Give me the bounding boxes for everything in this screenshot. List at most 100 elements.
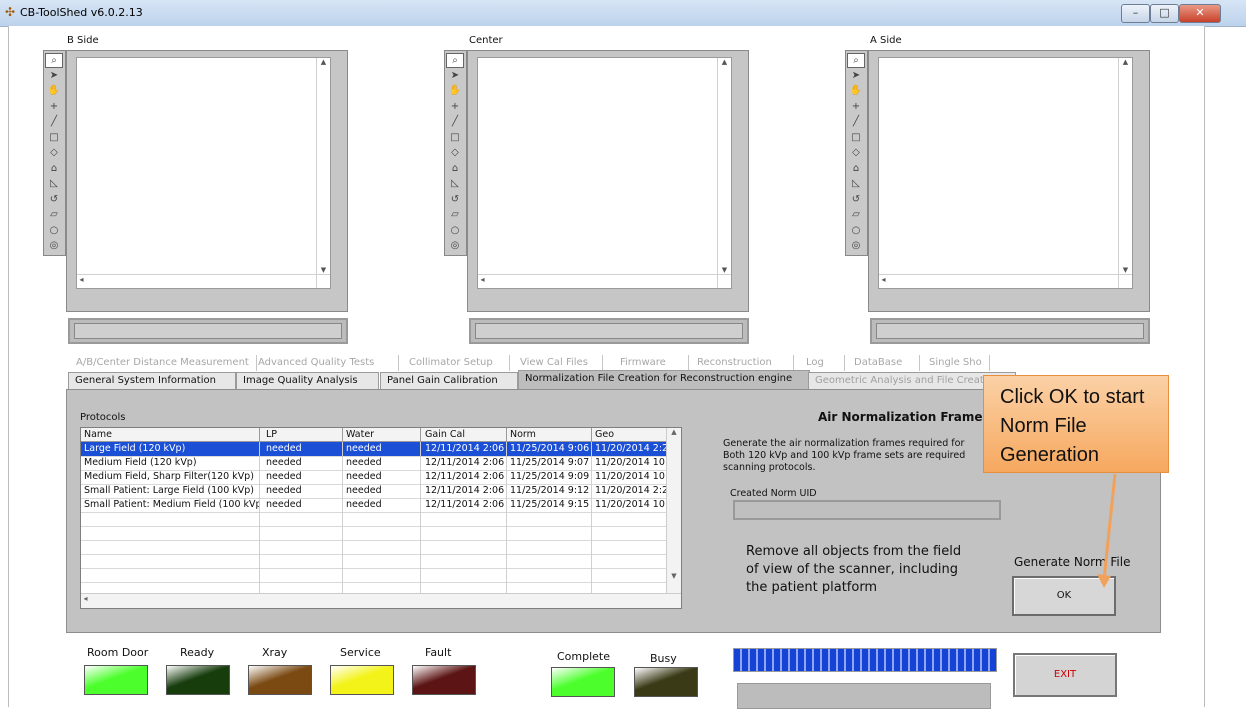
table-cell: 12/11/2014 2:06 P — [422, 456, 507, 470]
crosshair-icon[interactable]: + — [447, 100, 463, 113]
annulus-icon[interactable]: ◎ — [848, 239, 864, 252]
diamond-icon[interactable]: ◇ — [848, 146, 864, 159]
table-row[interactable]: Medium Field, Sharp Filter(120 kVp) neede… — [81, 470, 668, 485]
table-horizontal-scrollbar[interactable]: ◂ — [81, 593, 681, 608]
column-header-geo[interactable]: Geo — [592, 428, 677, 441]
table-row[interactable] — [81, 512, 668, 527]
created-norm-uid-label: Created Norm UID — [730, 488, 817, 499]
table-cell: needed — [263, 470, 343, 484]
maximize-button[interactable]: □ — [1150, 4, 1179, 23]
line-icon[interactable]: ╱ — [848, 115, 864, 128]
tab-normalization-file-creation[interactable]: Normalization File Creation for Reconstr… — [518, 370, 810, 390]
rotate-icon[interactable]: ↺ — [848, 193, 864, 206]
rectangle-icon[interactable]: □ — [447, 131, 463, 144]
crosshair-icon[interactable]: + — [46, 100, 62, 113]
table-row[interactable] — [81, 554, 668, 569]
tab-log[interactable]: Log — [800, 355, 845, 371]
rectangle-icon[interactable]: □ — [848, 131, 864, 144]
tab-panel-gain-calibration[interactable]: Panel Gain Calibration — [380, 372, 518, 390]
diamond-icon[interactable]: ◇ — [447, 146, 463, 159]
busy-indicator — [634, 667, 698, 697]
horizontal-scrollbar[interactable]: ◂ — [879, 274, 1132, 288]
oval-icon[interactable]: ○ — [447, 224, 463, 237]
table-cell — [507, 540, 592, 554]
polygon-icon[interactable]: ⌂ — [447, 162, 463, 175]
table-row[interactable] — [81, 568, 668, 583]
rotated-rect-icon[interactable]: ▱ — [848, 208, 864, 221]
line-icon[interactable]: ╱ — [447, 115, 463, 128]
column-header-name[interactable]: Name — [81, 428, 260, 441]
pan-icon[interactable]: ✋ — [46, 84, 62, 97]
column-header-water[interactable]: Water — [343, 428, 421, 441]
service-label: Service — [340, 646, 381, 659]
horizontal-scrollbar[interactable]: ◂ — [77, 274, 330, 288]
tab-firmware[interactable]: Firmware — [614, 355, 689, 371]
crosshair-icon[interactable]: + — [848, 100, 864, 113]
vertical-scrollbar[interactable]: ▲ ▼ — [1118, 58, 1132, 288]
table-row[interactable]: Large Field (120 kVp) needed needed 12/11/2… — [81, 442, 668, 457]
center-viewer: ▲ ▼ ◂ — [467, 50, 749, 312]
freehand-icon[interactable]: ◺ — [447, 177, 463, 190]
tab-collimator-setup[interactable]: Collimator Setup — [403, 355, 510, 371]
table-row[interactable] — [81, 540, 668, 555]
horizontal-scrollbar[interactable]: ◂ — [478, 274, 731, 288]
table-cell — [507, 554, 592, 568]
rotate-icon[interactable]: ↺ — [447, 193, 463, 206]
rotated-rect-icon[interactable]: ▱ — [46, 208, 62, 221]
b-side-image-pane[interactable]: ▲ ▼ ◂ — [76, 57, 331, 289]
pointer-icon[interactable]: ➤ — [447, 69, 463, 82]
a-side-toolbar: ⌕ ➤ ✋ + ╱ □ ◇ ⌂ ◺ ↺ ▱ ○ ◎ — [845, 50, 868, 256]
close-button[interactable]: ✕ — [1179, 4, 1221, 23]
center-image-pane[interactable]: ▲ ▼ ◂ — [477, 57, 732, 289]
column-header-norm[interactable]: Norm — [507, 428, 592, 441]
rotated-rect-icon[interactable]: ▱ — [447, 208, 463, 221]
pan-icon[interactable]: ✋ — [848, 84, 864, 97]
busy-label: Busy — [650, 652, 677, 665]
annulus-icon[interactable]: ◎ — [46, 239, 62, 252]
table-row[interactable]: Medium Field (120 kVp) needed needed 12/11/… — [81, 456, 668, 471]
vertical-scrollbar[interactable]: ▲ ▼ — [717, 58, 731, 288]
pointer-icon[interactable]: ➤ — [848, 69, 864, 82]
rectangle-icon[interactable]: □ — [46, 131, 62, 144]
rotate-icon[interactable]: ↺ — [46, 193, 62, 206]
b-side-viewer: ▲ ▼ ◂ — [66, 50, 348, 312]
minimize-button[interactable]: – — [1121, 4, 1150, 23]
table-cell: Medium Field (120 kVp) — [81, 456, 260, 470]
table-cell: 11/20/2014 10:35 — [592, 470, 668, 484]
diamond-icon[interactable]: ◇ — [46, 146, 62, 159]
tab-advanced-quality[interactable]: Advanced Quality Tests — [252, 355, 399, 371]
table-row[interactable]: Small Patient: Large Field (100 kVp) need… — [81, 484, 668, 499]
column-header-lp[interactable]: LP — [263, 428, 343, 441]
oval-icon[interactable]: ○ — [848, 224, 864, 237]
ready-indicator — [166, 665, 230, 695]
polygon-icon[interactable]: ⌂ — [848, 162, 864, 175]
polygon-icon[interactable]: ⌂ — [46, 162, 62, 175]
column-header-gain-cal[interactable]: Gain Cal — [422, 428, 507, 441]
pan-icon[interactable]: ✋ — [447, 84, 463, 97]
tab-image-quality-analysis[interactable]: Image Quality Analysis — [236, 372, 379, 390]
zoom-icon[interactable]: ⌕ — [446, 53, 464, 68]
table-cell: 11/25/2014 9:06 A — [507, 442, 592, 456]
oval-icon[interactable]: ○ — [46, 224, 62, 237]
table-row[interactable] — [81, 526, 668, 541]
freehand-icon[interactable]: ◺ — [46, 177, 62, 190]
tab-single-shot[interactable]: Single Sho — [923, 355, 990, 371]
zoom-icon[interactable]: ⌕ — [847, 53, 865, 68]
tab-database[interactable]: DataBase — [848, 355, 920, 371]
tab-general-system-info[interactable]: General System Information — [68, 372, 236, 390]
vertical-scrollbar[interactable]: ▲ ▼ — [316, 58, 330, 288]
line-icon[interactable]: ╱ — [46, 115, 62, 128]
tab-reconstruction[interactable]: Reconstruction — [691, 355, 794, 371]
exit-button[interactable]: EXIT — [1013, 653, 1117, 697]
zoom-icon[interactable]: ⌕ — [45, 53, 63, 68]
tab-view-cal-files[interactable]: View Cal Files — [514, 355, 603, 371]
annulus-icon[interactable]: ◎ — [447, 239, 463, 252]
table-row[interactable]: Small Patient: Medium Field (100 kVp) nee… — [81, 498, 668, 513]
a-side-image-pane[interactable]: ▲ ▼ ◂ — [878, 57, 1133, 289]
table-cell — [422, 554, 507, 568]
pointer-icon[interactable]: ➤ — [46, 69, 62, 82]
instruction-callout: Click OK to start Norm File Generation — [983, 375, 1169, 473]
tab-ab-center-distance[interactable]: A/B/Center Distance Measurement — [70, 355, 257, 371]
table-vertical-scrollbar[interactable]: ▲ ▼ — [666, 428, 681, 594]
freehand-icon[interactable]: ◺ — [848, 177, 864, 190]
